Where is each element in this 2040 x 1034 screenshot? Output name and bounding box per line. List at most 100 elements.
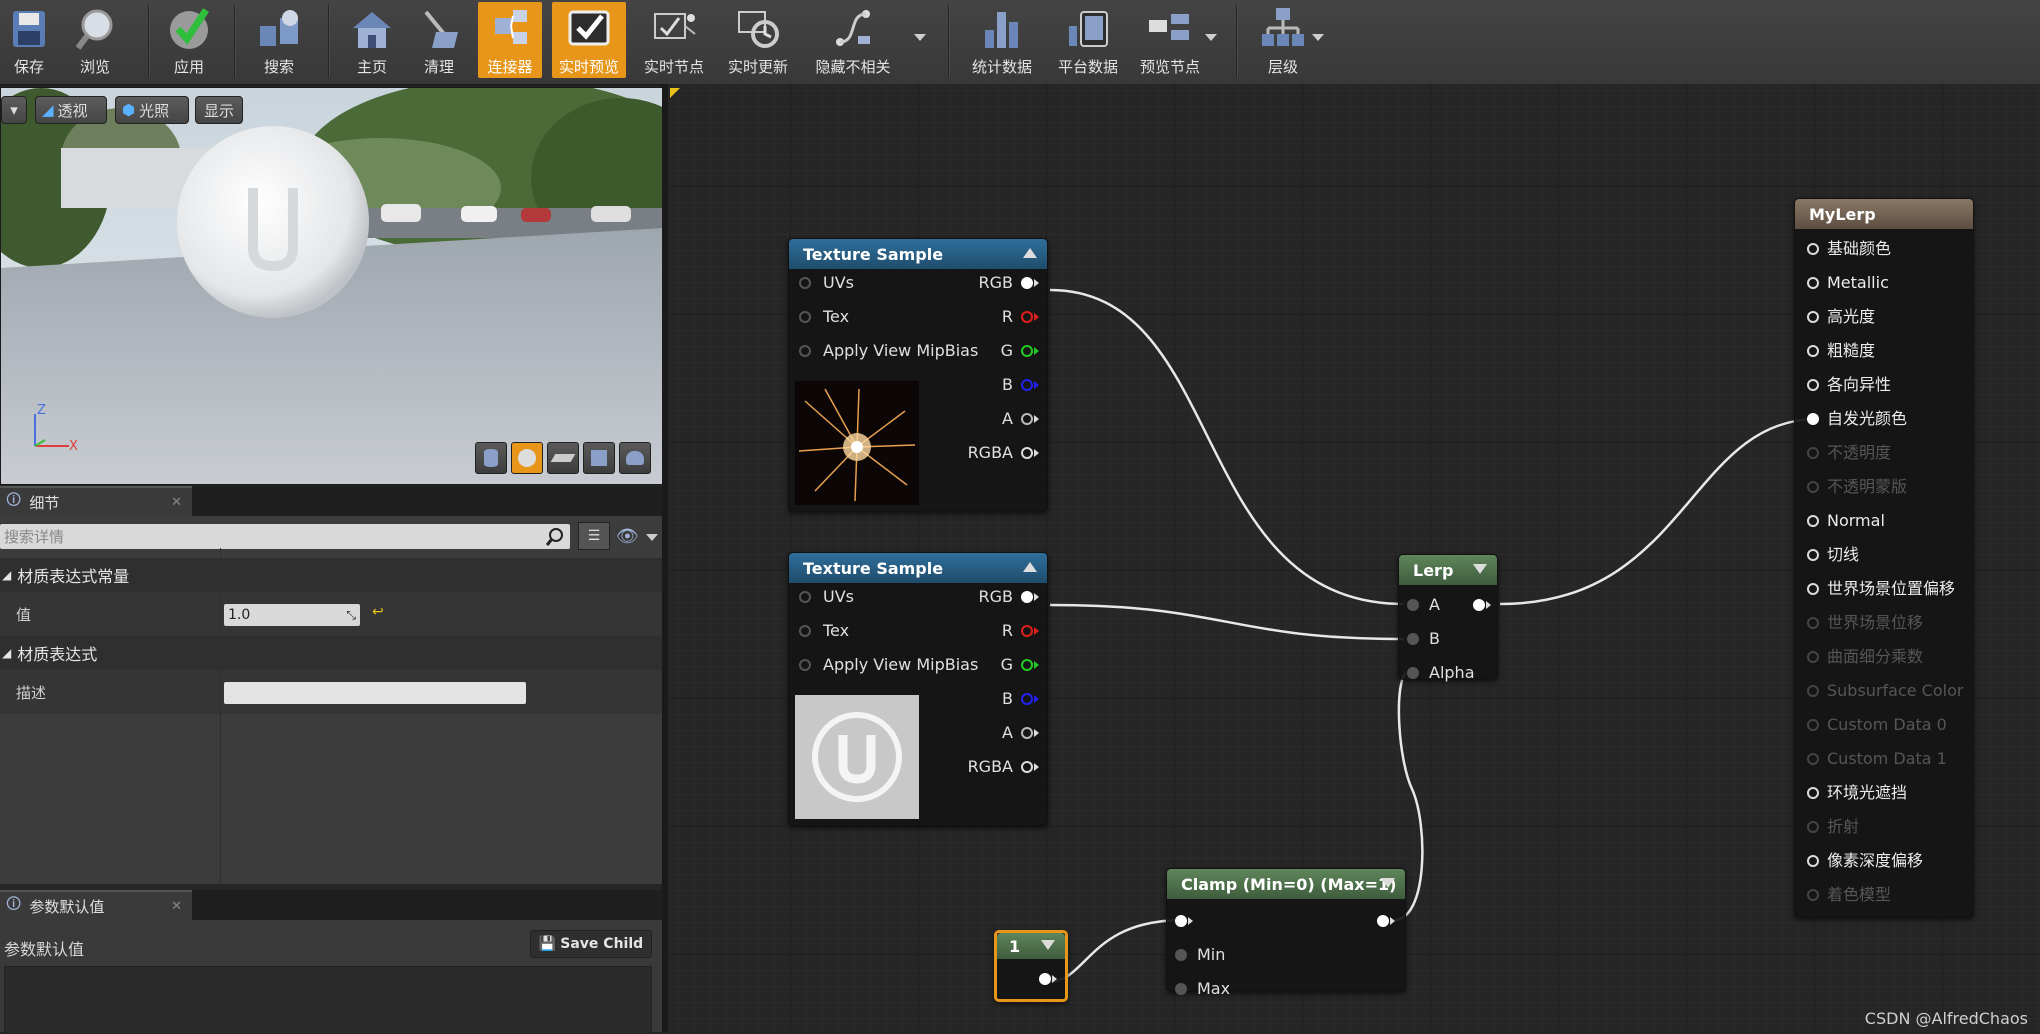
material-result-node[interactable]: MyLerp 基础颜色 Metallic 高光度 粗糙度 各向异性 自发光颜色 不透明度 不透… — [1794, 198, 1974, 918]
category-material-expression-constant[interactable]: ◢ 材质表达式常量 — [0, 558, 662, 592]
preview-node-dropdown-icon[interactable] — [1205, 34, 1217, 41]
node-header[interactable]: Lerp — [1399, 555, 1497, 585]
preview-node-button[interactable]: 预览节点 — [1134, 2, 1206, 78]
output-pin-r[interactable]: R — [1002, 621, 1039, 641]
node-header[interactable]: Texture Sample — [789, 553, 1047, 583]
search-button[interactable]: 搜索 — [252, 2, 306, 78]
search-icon[interactable] — [544, 526, 566, 548]
result-input-pin[interactable]: 基础颜色 — [1807, 239, 1891, 259]
node-header[interactable]: MyLerp — [1795, 199, 1973, 229]
live-update-button[interactable]: 实时更新 — [722, 2, 794, 78]
hide-unrelated-button[interactable]: 隐藏不相关 — [808, 2, 898, 78]
result-input-pin[interactable]: 像素深度偏移 — [1807, 851, 1923, 871]
clamp-node[interactable]: Clamp (Min=0) (Max=1) Min Max — [1166, 868, 1406, 998]
live-nodes-button[interactable]: 实时节点 — [638, 2, 710, 78]
result-input-pin[interactable]: 高光度 — [1807, 307, 1875, 327]
result-input-pin[interactable]: 粗糙度 — [1807, 341, 1875, 361]
live-preview-button[interactable]: 实时预览 — [552, 2, 626, 78]
collapse-icon[interactable] — [1473, 564, 1487, 574]
view-options-icon[interactable]: ☰ — [578, 522, 610, 550]
result-input-pin[interactable]: 自发光颜色 — [1807, 409, 1907, 429]
input-pin-tex[interactable]: Tex — [799, 621, 849, 641]
hierarchy-dropdown-icon[interactable] — [1312, 34, 1324, 41]
save-child-button[interactable]: 💾 Save Child — [530, 930, 652, 958]
preview-cylinder-button[interactable] — [475, 442, 507, 474]
collapse-icon[interactable] — [1023, 562, 1037, 572]
close-icon[interactable]: ✕ — [171, 495, 182, 510]
output-pin[interactable] — [1377, 911, 1395, 931]
save-button[interactable]: 保存 — [2, 2, 56, 78]
collapse-icon[interactable] — [1381, 878, 1395, 888]
output-pin-rgb[interactable]: RGB — [979, 273, 1039, 293]
output-pin-a[interactable]: A — [1002, 723, 1039, 743]
input-pin-a[interactable]: A — [1407, 595, 1440, 615]
details-search-input[interactable]: 搜索详情 — [0, 524, 570, 549]
result-input-pin[interactable]: 世界场景位置偏移 — [1807, 579, 1955, 599]
input-pin-min[interactable]: Min — [1175, 945, 1225, 965]
input-pin-max[interactable]: Max — [1175, 979, 1230, 999]
input-pin-alpha[interactable]: Alpha — [1407, 663, 1475, 683]
hide-unrelated-dropdown-icon[interactable] — [914, 34, 926, 41]
result-input-pin[interactable]: Normal — [1807, 511, 1885, 531]
result-input-pin[interactable]: 切线 — [1807, 545, 1859, 565]
description-input[interactable] — [224, 682, 526, 704]
connector-button[interactable]: 连接器 — [478, 2, 542, 78]
perspective-button[interactable]: ◢ 透视 — [35, 96, 107, 124]
close-icon[interactable]: ✕ — [171, 899, 182, 914]
input-pin-b[interactable]: B — [1407, 629, 1440, 649]
output-pin-g[interactable]: G — [1001, 655, 1039, 675]
hierarchy-button[interactable]: 层级 — [1256, 2, 1310, 78]
preview-plane-button[interactable] — [547, 442, 579, 474]
viewport-options-dropdown[interactable]: ▾ — [1, 96, 27, 124]
output-pin-b[interactable]: B — [1002, 375, 1039, 395]
output-pin-rgba[interactable]: RGBA — [968, 757, 1039, 777]
input-pin-value[interactable] — [1175, 911, 1193, 931]
value-input[interactable]: 1.0 ⤡ — [224, 604, 360, 626]
home-button[interactable]: 主页 — [345, 2, 399, 78]
browse-button[interactable]: 浏览 — [68, 2, 122, 78]
input-pin-uvs[interactable]: UVs — [799, 273, 854, 293]
platform-stats-button[interactable]: 平台数据 — [1052, 2, 1124, 78]
input-pin-mipbias[interactable]: Apply View MipBias — [799, 655, 978, 675]
eye-icon[interactable]: 👁 — [616, 526, 639, 547]
output-pin-rgba[interactable]: RGBA — [968, 443, 1039, 463]
output-pin-g[interactable]: G — [1001, 341, 1039, 361]
input-pin-mipbias[interactable]: Apply View MipBias — [799, 341, 978, 361]
preview-custom-mesh-button[interactable] — [619, 442, 651, 474]
lerp-node[interactable]: Lerp A B Alpha — [1398, 554, 1498, 683]
details-tab[interactable]: 🛈 细节 ✕ — [0, 486, 192, 516]
constant-node[interactable]: 1 — [994, 930, 1068, 1002]
output-pin[interactable] — [1473, 595, 1491, 615]
result-input-pin[interactable]: 各向异性 — [1807, 375, 1891, 395]
apply-button[interactable]: 应用 — [162, 2, 216, 78]
clean-button[interactable]: 清理 — [412, 2, 466, 78]
node-header[interactable]: Texture Sample — [789, 239, 1047, 269]
preview-sphere-button[interactable] — [511, 442, 543, 474]
output-pin-a[interactable]: A — [1002, 409, 1039, 429]
category-material-expression[interactable]: ◢ 材质表达式 — [0, 636, 662, 670]
texture-sample-node-2[interactable]: Texture Sample UVs Tex Apply View MipBia… — [788, 552, 1048, 826]
material-graph[interactable]: Texture Sample UVs Tex Apply View MipBia… — [668, 84, 2040, 1032]
output-pin-rgb[interactable]: RGB — [979, 587, 1039, 607]
reset-to-default-icon[interactable]: ↩ — [372, 604, 384, 620]
preview-cube-button[interactable] — [583, 442, 615, 474]
output-pin[interactable] — [1039, 969, 1057, 989]
show-button[interactable]: 显示 — [195, 96, 243, 124]
input-pin-uvs[interactable]: UVs — [799, 587, 854, 607]
collapse-icon[interactable] — [1041, 940, 1055, 950]
node-header[interactable]: 1 — [997, 933, 1065, 959]
eye-dropdown-icon[interactable] — [646, 534, 658, 541]
output-pin-b[interactable]: B — [1002, 689, 1039, 709]
node-header[interactable]: Clamp (Min=0) (Max=1) — [1167, 869, 1405, 899]
result-input-pin[interactable]: 环境光遮挡 — [1807, 783, 1907, 803]
lit-button[interactable]: ⬢ 光照 — [115, 96, 189, 124]
texture-sample-node-1[interactable]: Texture Sample UVs Tex Apply View MipBia… — [788, 238, 1048, 512]
output-pin-r[interactable]: R — [1002, 307, 1039, 327]
params-tab[interactable]: 🛈 参数默认值 ✕ — [0, 890, 192, 920]
drag-handle-icon[interactable]: ⤡ — [346, 604, 356, 626]
collapse-icon[interactable] — [1023, 248, 1037, 258]
input-pin-tex[interactable]: Tex — [799, 307, 849, 327]
stats-button[interactable]: 统计数据 — [966, 2, 1038, 78]
material-preview-viewport[interactable]: ▾ ◢ 透视 ⬢ 光照 显示 Z X — [0, 87, 664, 485]
result-input-pin[interactable]: Metallic — [1807, 273, 1889, 293]
